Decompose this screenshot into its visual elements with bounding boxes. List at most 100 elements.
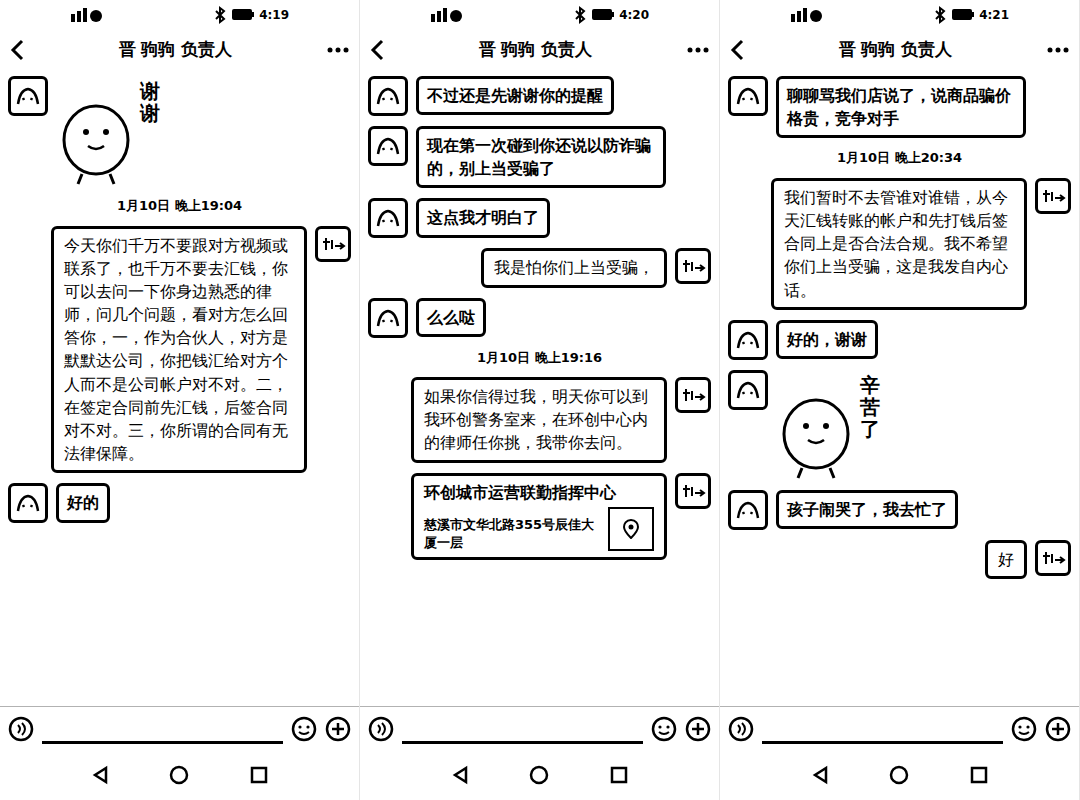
contact-avatar[interactable]	[728, 76, 768, 116]
battery-icon	[951, 6, 975, 24]
location-card[interactable]: 环创城市运营联勤指挥中心慈溪市文华北路355号辰佳大厦一层	[411, 473, 667, 561]
back-icon[interactable]	[8, 38, 26, 62]
message-input[interactable]	[42, 714, 283, 744]
title-bar: 晋 驹驹 负责人	[360, 30, 719, 70]
bluetooth-icon	[933, 6, 947, 24]
sticker-message: 谢谢	[8, 76, 351, 186]
incoming-message: 么么哒	[368, 298, 711, 338]
plus-icon[interactable]	[1045, 716, 1071, 742]
voice-icon[interactable]	[728, 716, 754, 742]
back-icon[interactable]	[368, 38, 386, 62]
contact-avatar[interactable]	[728, 320, 768, 360]
my-avatar[interactable]	[675, 248, 711, 284]
my-avatar[interactable]	[675, 377, 711, 413]
contact-avatar[interactable]	[728, 370, 768, 410]
navigation-bar	[360, 750, 719, 800]
clock: 4:21	[979, 9, 1009, 21]
home-icon[interactable]	[529, 765, 549, 785]
contact-avatar[interactable]	[368, 126, 408, 166]
cartoon-icon	[56, 80, 136, 186]
sticker[interactable]: 辛苦了	[776, 370, 880, 480]
title-bar: 晋 驹驹 负责人	[720, 30, 1079, 70]
plus-icon[interactable]	[685, 716, 711, 742]
voice-icon[interactable]	[368, 716, 394, 742]
face-icon	[734, 378, 762, 402]
home-icon[interactable]	[889, 765, 909, 785]
status-bar: 4:19	[0, 0, 359, 30]
sticker[interactable]: 谢谢	[56, 76, 160, 186]
battery-icon	[231, 6, 255, 24]
my-avatar[interactable]	[1035, 540, 1071, 576]
back-nav-icon[interactable]	[811, 765, 829, 785]
recents-icon[interactable]	[249, 765, 269, 785]
message-bubble: 么么哒	[416, 298, 486, 337]
timestamp: 1月10日 晚上19:04	[113, 196, 246, 216]
signal-icon	[430, 6, 464, 24]
plus-icon[interactable]	[325, 716, 351, 742]
face-icon	[374, 306, 402, 330]
status-bar: 4:21	[720, 0, 1079, 30]
location-address: 慈溪市文华北路355号辰佳大厦一层	[424, 516, 600, 551]
chat-screen: 4:21晋 驹驹 负责人聊聊骂我们店说了，说商品骗价格贵，竞争对手1月10日 晚…	[720, 0, 1080, 800]
back-nav-icon[interactable]	[451, 765, 469, 785]
status-right: 4:19	[213, 6, 289, 24]
message-input[interactable]	[762, 714, 1003, 744]
contact-avatar[interactable]	[728, 490, 768, 530]
incoming-message: 好的，谢谢	[728, 320, 1071, 360]
my-avatar[interactable]	[315, 226, 351, 262]
contact-avatar[interactable]	[8, 76, 48, 116]
contact-avatar[interactable]	[368, 198, 408, 238]
input-bar	[360, 706, 719, 750]
sticker-message: 辛苦了	[728, 370, 1071, 480]
more-icon[interactable]	[1045, 42, 1071, 58]
signal-icon	[70, 6, 104, 24]
logo-icon	[320, 234, 346, 254]
face-icon	[734, 498, 762, 522]
chat-title: 晋 驹驹 负责人	[26, 37, 325, 63]
input-bar	[0, 706, 359, 750]
message-input[interactable]	[402, 714, 643, 744]
message-bubble: 好的	[56, 483, 110, 522]
emoji-icon[interactable]	[651, 716, 677, 742]
bluetooth-icon	[573, 6, 587, 24]
face-icon	[374, 134, 402, 158]
emoji-icon[interactable]	[291, 716, 317, 742]
back-icon[interactable]	[728, 38, 746, 62]
more-icon[interactable]	[325, 42, 351, 58]
battery-icon	[591, 6, 615, 24]
logo-icon	[680, 256, 706, 276]
pin-icon	[623, 519, 639, 539]
more-icon[interactable]	[685, 42, 711, 58]
incoming-message: 不过还是先谢谢你的提醒	[368, 76, 711, 116]
sticker-caption: 谢谢	[140, 80, 160, 124]
location-message: 环创城市运营联勤指挥中心慈溪市文华北路355号辰佳大厦一层	[368, 473, 711, 561]
recents-icon[interactable]	[969, 765, 989, 785]
face-icon	[14, 491, 42, 515]
contact-avatar[interactable]	[368, 76, 408, 116]
contact-avatar[interactable]	[8, 483, 48, 523]
recents-icon[interactable]	[609, 765, 629, 785]
my-avatar[interactable]	[675, 473, 711, 509]
logo-icon	[1040, 548, 1066, 568]
message-bubble: 孩子闹哭了，我去忙了	[776, 490, 958, 529]
message-list: 谢谢1月10日 晚上19:04今天你们千万不要跟对方视频或联系了，也千万不要去汇…	[0, 70, 359, 706]
chat-title: 晋 驹驹 负责人	[386, 37, 685, 63]
chat-screen: 4:19晋 驹驹 负责人谢谢1月10日 晚上19:04今天你们千万不要跟对方视频…	[0, 0, 360, 800]
message-bubble: 这点我才明白了	[416, 198, 550, 237]
back-nav-icon[interactable]	[91, 765, 109, 785]
my-avatar[interactable]	[1035, 178, 1071, 214]
contact-avatar[interactable]	[368, 298, 408, 338]
location-body: 慈溪市文华北路355号辰佳大厦一层	[424, 507, 654, 551]
message-bubble: 现在第一次碰到你还说以防诈骗的，别上当受骗了	[416, 126, 666, 188]
message-bubble: 好	[985, 540, 1027, 579]
emoji-icon[interactable]	[1011, 716, 1037, 742]
home-icon[interactable]	[169, 765, 189, 785]
face-icon	[374, 84, 402, 108]
chat-title: 晋 驹驹 负责人	[746, 37, 1045, 63]
message-bubble: 好的，谢谢	[776, 320, 878, 359]
voice-icon[interactable]	[8, 716, 34, 742]
face-icon	[374, 206, 402, 230]
message-bubble: 我是怕你们上当受骗，	[481, 248, 667, 287]
logo-icon	[680, 481, 706, 501]
map-thumbnail	[608, 507, 654, 551]
